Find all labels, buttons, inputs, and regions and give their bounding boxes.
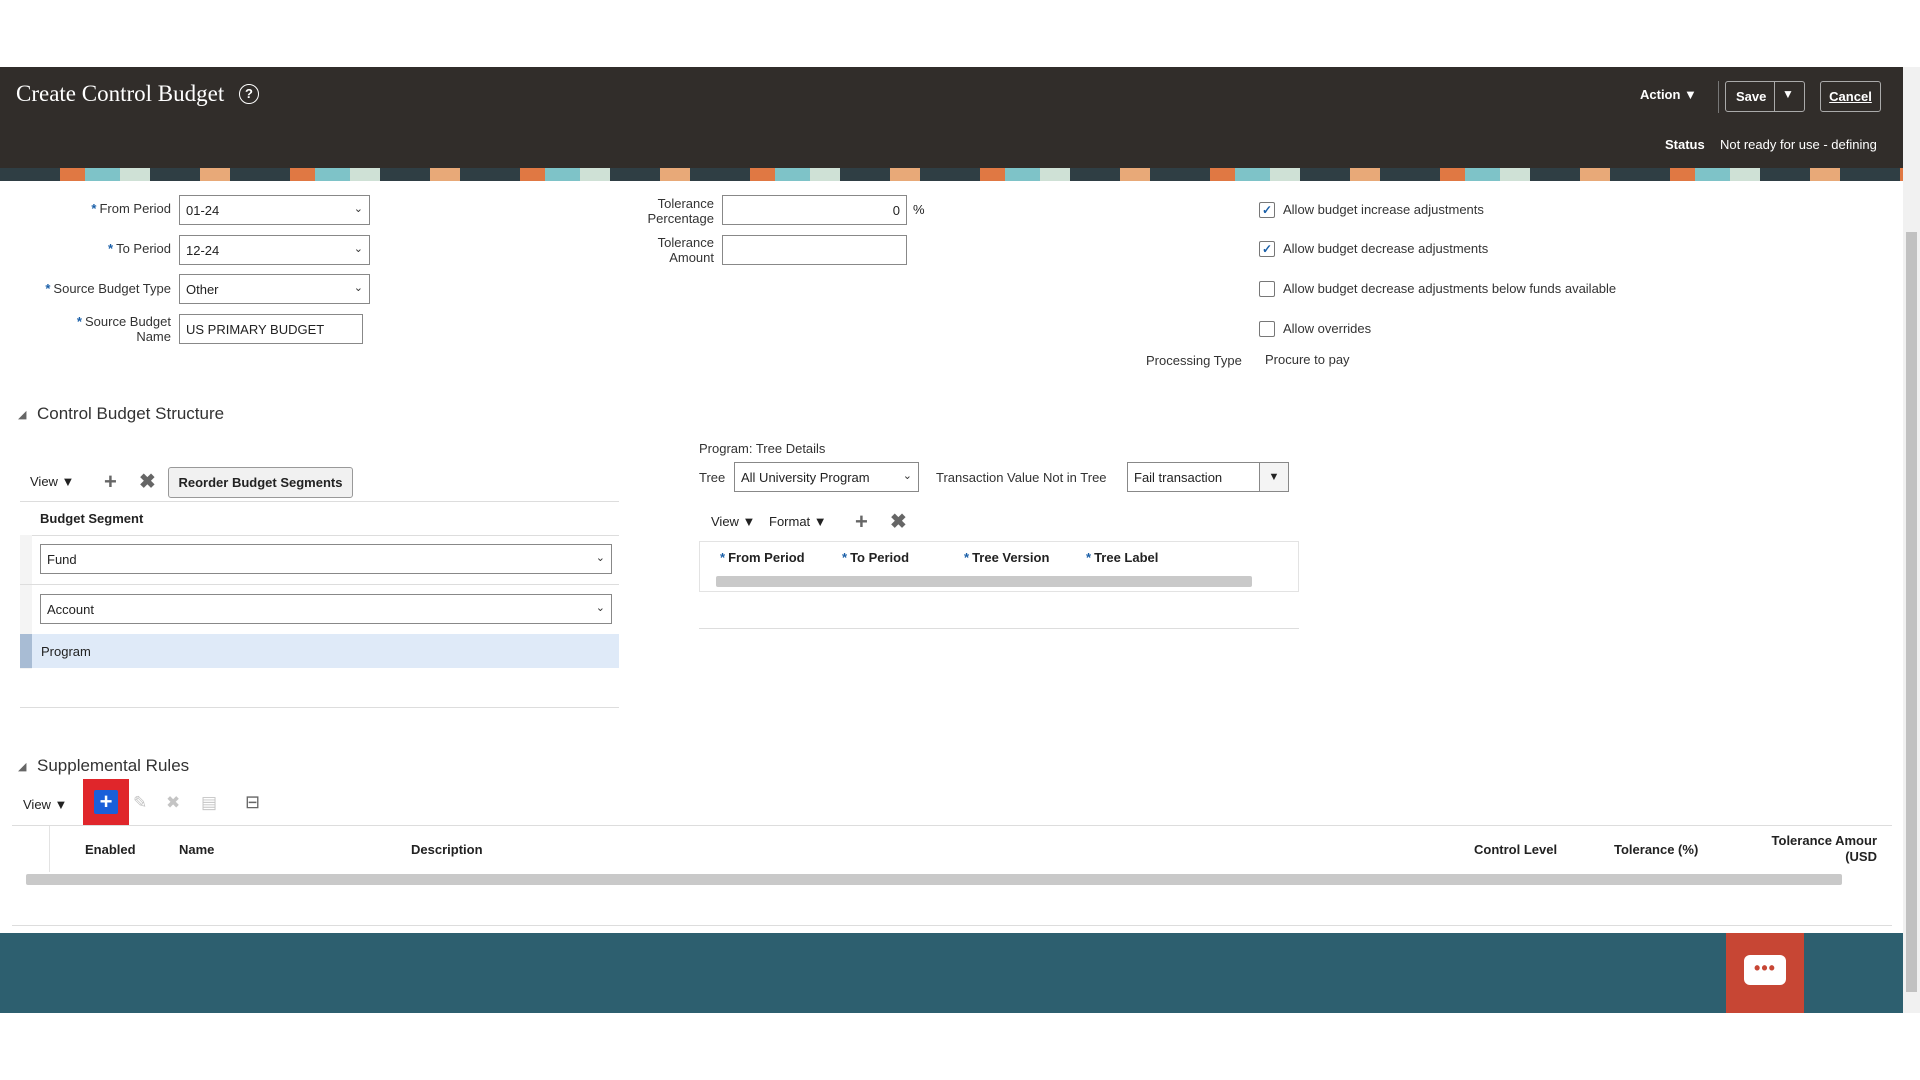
chat-icon: ••• (1744, 955, 1786, 985)
help-icon[interactable]: ? (239, 84, 259, 104)
filter-icon[interactable]: ⊟ (245, 792, 260, 813)
save-button-group[interactable]: Save ▼ (1725, 81, 1805, 112)
supplemental-horizontal-scrollbar[interactable] (26, 874, 1842, 885)
view-menu[interactable]: View ▼ (30, 474, 74, 489)
transaction-not-in-tree-label: Transaction Value Not in Tree (936, 470, 1107, 485)
tolerance-percentage-field[interactable]: 0 (722, 195, 907, 225)
row-selector-column (12, 826, 50, 872)
header-divider (1718, 81, 1719, 113)
section-divider (12, 925, 1892, 926)
page-footer (0, 933, 1903, 1013)
header-pattern (0, 168, 1903, 181)
allow-decrease-below-funds-checkbox[interactable] (1259, 281, 1275, 297)
table-divider (20, 501, 619, 502)
collapse-icon[interactable]: ◢ (18, 408, 26, 421)
chevron-down-icon: ⌄ (353, 203, 363, 215)
allow-increase-label: Allow budget increase adjustments (1283, 202, 1484, 217)
chevron-down-icon: ⌄ (595, 602, 605, 614)
allow-decrease-checkbox[interactable]: ✓ (1259, 241, 1275, 257)
col-description: Description (411, 842, 483, 857)
section-divider (20, 707, 619, 708)
save-menu-icon[interactable]: ▼ (1782, 87, 1794, 101)
cancel-button[interactable]: Cancel (1820, 81, 1881, 112)
table-row-divider (20, 584, 619, 585)
segment-select-account[interactable]: Account ⌄ (40, 594, 612, 624)
source-budget-name-label: * Source Budget Name (76, 314, 171, 344)
from-period-select[interactable]: 01-24 ⌄ (179, 195, 370, 225)
save-button[interactable]: Save (1736, 89, 1766, 104)
tree-col-tree-version: * Tree Version (964, 550, 1050, 565)
col-tolerance-amount: Tolerance Amour (USD (1771, 833, 1877, 864)
reorder-budget-segments-button[interactable]: Reorder Budget Segments (168, 467, 353, 498)
scrollbar-thumb[interactable] (1906, 232, 1917, 992)
processing-type-value: Procure to pay (1265, 352, 1350, 367)
chevron-down-icon: ⌄ (353, 243, 363, 255)
tree-divider (699, 628, 1299, 629)
table-row-selected[interactable]: Program (20, 634, 619, 668)
table-divider (12, 825, 1892, 826)
page-title: Create Control Budget (16, 81, 225, 106)
chevron-down-icon: ⌄ (902, 470, 912, 482)
tree-view-menu[interactable]: View ▼ (711, 514, 755, 529)
row-selected-marker (20, 634, 32, 668)
supplemental-view-menu[interactable]: View ▼ (23, 797, 67, 812)
source-budget-name-field[interactable]: US PRIMARY BUDGET (179, 314, 363, 344)
control-budget-structure-title: Control Budget Structure (37, 404, 225, 423)
chevron-down-icon[interactable]: ▼ (1259, 462, 1289, 492)
delete-icon[interactable]: ✖ (139, 472, 156, 492)
collapse-icon[interactable]: ◢ (18, 760, 26, 773)
tree-delete-icon[interactable]: ✖ (890, 512, 907, 532)
from-period-label: * From Period (91, 201, 171, 216)
col-name: Name (179, 842, 215, 857)
add-icon[interactable]: + (94, 790, 118, 814)
allow-decrease-label: Allow budget decrease adjustments (1283, 241, 1489, 256)
budget-segment-header: Budget Segment (40, 511, 144, 526)
tree-col-to-period: * To Period (842, 550, 910, 565)
processing-type-label: Processing Type (1146, 353, 1242, 368)
tolerance-amount-field[interactable] (722, 235, 907, 265)
tree-horizontal-scrollbar[interactable] (716, 576, 1252, 587)
allow-increase-checkbox[interactable]: ✓ (1259, 202, 1275, 218)
segment-select-fund[interactable]: Fund ⌄ (40, 544, 612, 574)
edit-icon: ✎ (133, 793, 148, 812)
percent-sign: % (913, 202, 925, 217)
segment-program: Program (41, 644, 91, 659)
allow-decrease-below-funds-label: Allow budget decrease adjustments below … (1283, 281, 1617, 296)
status-label: Status (1665, 137, 1705, 152)
copy-icon: ▤ (201, 793, 218, 812)
tree-col-tree-label: * Tree Label (1086, 550, 1159, 565)
tree-col-from-period: * From Period (720, 550, 805, 565)
supplemental-rules-title: Supplemental Rules (37, 756, 190, 775)
chevron-down-icon: ⌄ (353, 282, 363, 294)
tree-label: Tree (699, 470, 726, 485)
to-period-select[interactable]: 12-24 ⌄ (179, 235, 370, 265)
table-divider (20, 535, 619, 536)
delete-icon: ✖ (166, 793, 181, 812)
status-value: Not ready for use - defining (1720, 137, 1877, 152)
col-tolerance-percent: Tolerance (%) (1614, 842, 1699, 857)
chat-button[interactable]: ••• (1726, 933, 1804, 1013)
action-menu[interactable]: Action ▼ (1640, 87, 1697, 102)
col-control-level: Control Level (1474, 842, 1558, 857)
source-budget-type-label: * Source Budget Type (45, 281, 171, 296)
chevron-down-icon: ⌄ (595, 552, 605, 564)
allow-overrides-checkbox[interactable] (1259, 321, 1275, 337)
add-icon[interactable]: + (104, 471, 117, 493)
source-budget-type-select[interactable]: Other ⌄ (179, 274, 370, 304)
page-vertical-scrollbar[interactable] (1903, 67, 1920, 1013)
allow-overrides-label: Allow overrides (1283, 321, 1372, 336)
tolerance-amount-label: Tolerance Amount (657, 235, 714, 265)
page-header: Create Control Budget ? Action ▼ Save ▼ … (0, 67, 1903, 168)
tolerance-percentage-label: Tolerance Percentage (647, 196, 715, 226)
tree-details-title: Program: Tree Details (699, 441, 826, 456)
tree-select[interactable]: All University Program ⌄ (734, 462, 919, 492)
save-divider (1774, 82, 1775, 111)
tree-format-menu[interactable]: Format ▼ (769, 514, 827, 529)
col-enabled: Enabled (85, 842, 136, 857)
to-period-label: * To Period (108, 241, 171, 256)
tree-add-icon[interactable]: + (855, 511, 868, 533)
